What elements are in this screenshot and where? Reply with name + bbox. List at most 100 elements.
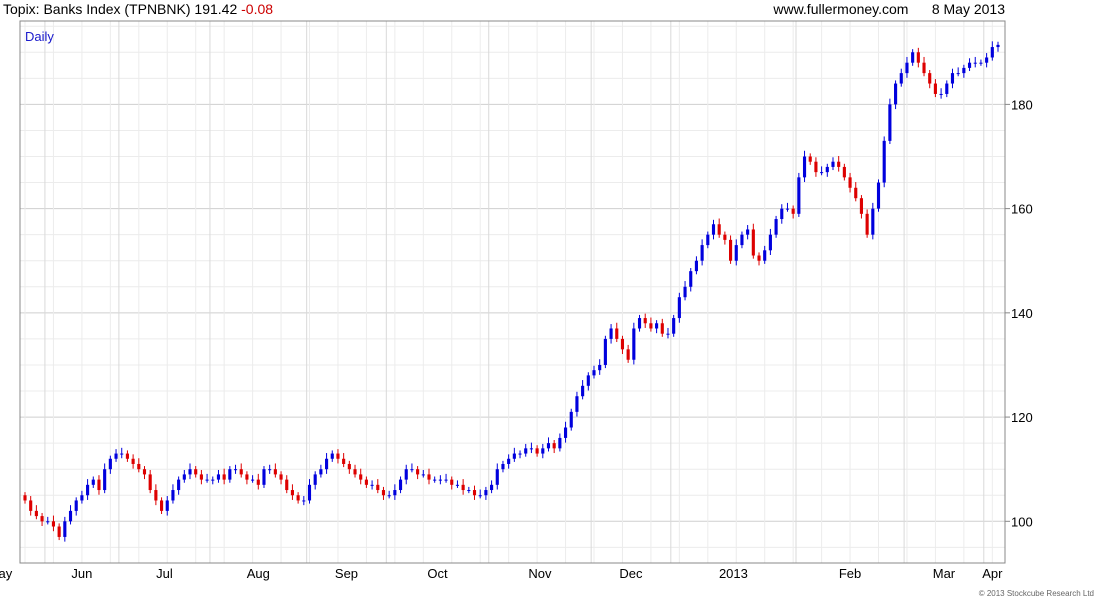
x-tick-label: Feb [839, 566, 861, 581]
candle-body [364, 479, 368, 485]
candle-body [996, 44, 1000, 48]
candle-body [131, 458, 135, 464]
candle-body [734, 245, 738, 261]
x-tick-label: 2013 [719, 566, 748, 581]
candle-body [393, 490, 397, 496]
y-axis: 100 120 140 160 180 [1005, 97, 1033, 529]
candle-body [979, 62, 983, 64]
candle-body [746, 229, 750, 235]
candle-body [956, 73, 960, 75]
x-tick-label: Jun [71, 566, 92, 581]
candle-body [990, 47, 994, 58]
candle-body [825, 166, 829, 173]
candle-body [239, 469, 243, 475]
candle-body [490, 484, 494, 491]
candle-body [114, 453, 118, 459]
candle-body [609, 328, 613, 339]
candle-body [46, 521, 50, 523]
candle-body [165, 500, 169, 511]
candle-body [51, 521, 56, 527]
candle-body [945, 83, 949, 94]
candle-body [535, 448, 539, 454]
candle-body [529, 448, 533, 450]
candle-body [950, 73, 955, 84]
candle-body [137, 463, 141, 470]
candle-body [905, 62, 909, 74]
x-tick-label: Sep [335, 566, 358, 581]
candle-body [154, 490, 158, 501]
candle-body [603, 338, 607, 365]
candle-body [916, 52, 920, 63]
candle-body [336, 453, 340, 459]
grid [20, 21, 1005, 563]
candle-body [632, 328, 636, 360]
x-tick-label: Apr [982, 566, 1003, 581]
x-tick-label: Aug [247, 566, 270, 581]
candle-body [666, 333, 670, 335]
candle-body [216, 474, 221, 480]
candle-body [313, 474, 317, 485]
candle-body [381, 490, 386, 496]
candle-body [233, 469, 238, 471]
candle-body [820, 172, 824, 174]
candle-body [182, 474, 186, 480]
candle-body [751, 229, 755, 256]
candle-body [177, 479, 181, 491]
candle-body [507, 458, 511, 464]
candle-body [199, 474, 203, 480]
candle-body [797, 177, 801, 214]
candle-body [57, 526, 61, 537]
candle-body [814, 161, 818, 173]
x-tick-label: Jul [156, 566, 173, 581]
candle-body [438, 479, 442, 481]
candle-body [353, 469, 357, 475]
candle-body [831, 161, 835, 167]
candle-body [307, 484, 312, 501]
candle-body [967, 62, 972, 68]
x-tick-label: Dec [619, 566, 643, 581]
candle-body [683, 286, 687, 298]
candle-body [729, 239, 733, 261]
candle-body [148, 474, 152, 491]
candle-body [86, 484, 90, 496]
candle-body [91, 479, 95, 485]
candle-body [501, 463, 505, 470]
candle-body [404, 469, 408, 480]
candle-body [416, 469, 420, 475]
candle-body [63, 521, 67, 537]
candle-body [23, 495, 27, 501]
candle-body [598, 364, 602, 371]
candle-body [433, 479, 437, 481]
candle-body [279, 474, 283, 480]
candle-body [103, 469, 107, 491]
candle-body [302, 500, 306, 502]
candle-body [68, 510, 73, 522]
candle-body [29, 500, 33, 511]
candle-body [512, 453, 516, 459]
candle-body [495, 469, 499, 485]
candle-body [541, 448, 545, 454]
candle-body [620, 338, 625, 350]
candle-body [34, 510, 38, 517]
candle-body [643, 318, 647, 324]
candle-body [552, 443, 556, 449]
candle-body [871, 208, 875, 235]
candle-body [899, 73, 903, 84]
period-label: Daily [25, 29, 54, 44]
candle-body [97, 479, 101, 491]
candle-body [615, 328, 619, 339]
candle-body [188, 469, 192, 475]
candle-body [80, 495, 84, 501]
candle-body [740, 234, 744, 246]
candle-body [694, 260, 698, 272]
candlestick-chart: 100 120 140 160 180 Jun Jul Aug Sep Oct Nov Dec 201… [0, 20, 1033, 581]
candle-body [342, 458, 346, 464]
candle-body [586, 375, 590, 386]
y-tick-label: 140 [1011, 306, 1033, 321]
candle-body [142, 469, 147, 475]
candle-body [802, 156, 807, 178]
candle-body [125, 453, 129, 459]
x-tick-label: Mar [933, 566, 956, 581]
candle-body [791, 208, 795, 214]
candle-body [245, 474, 249, 480]
